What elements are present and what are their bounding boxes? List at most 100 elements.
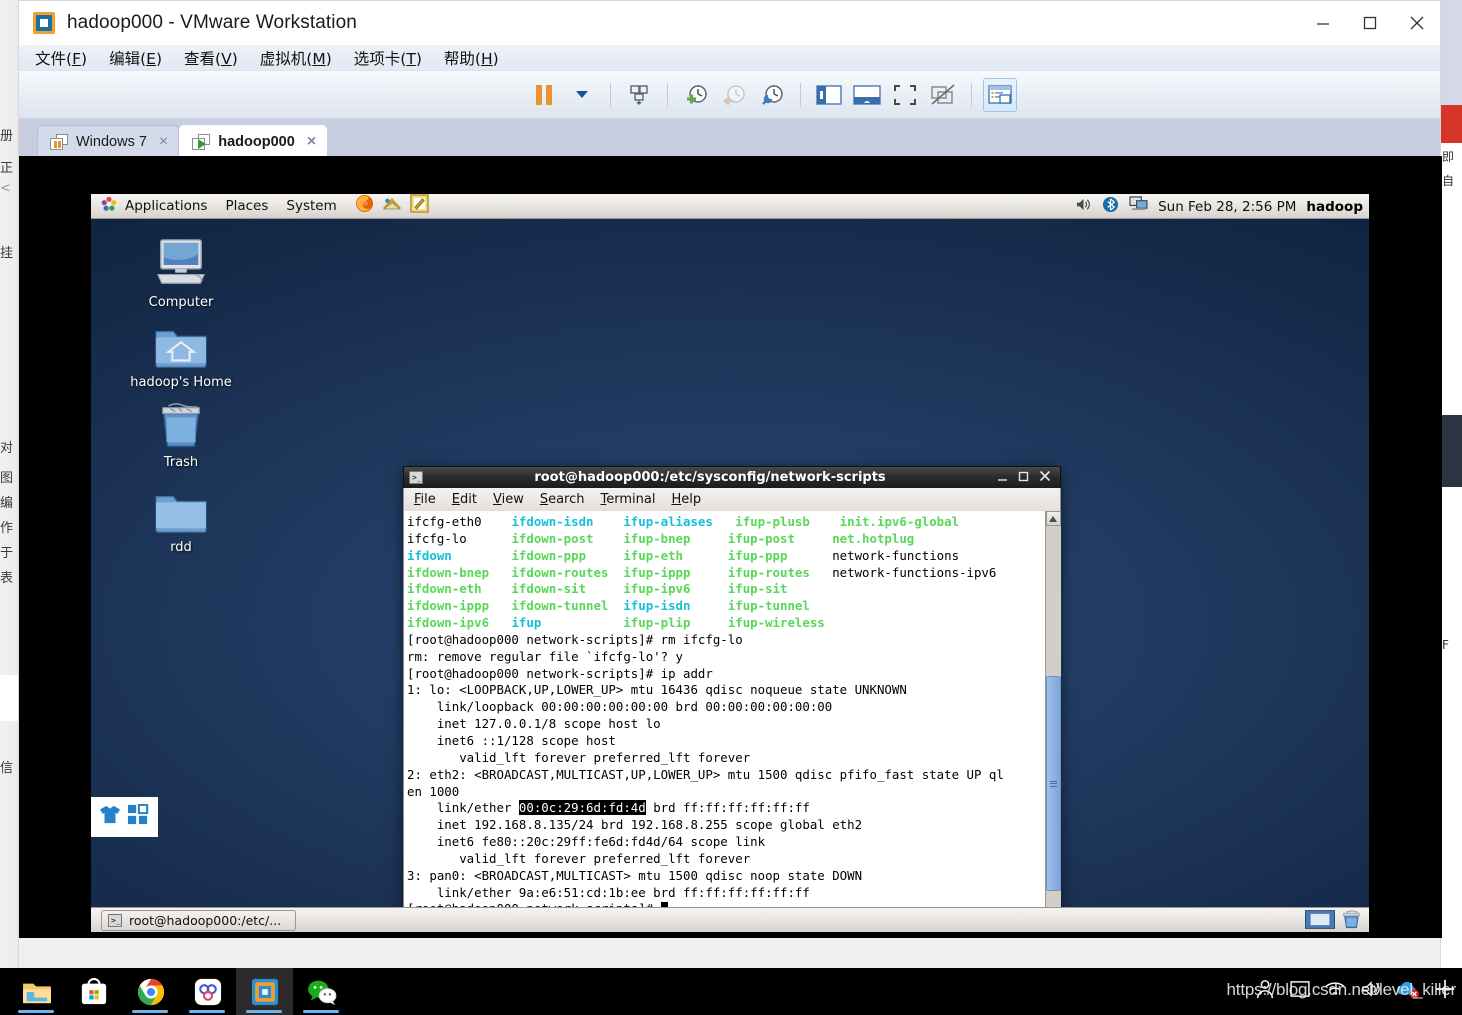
tab-close-icon[interactable]: × bbox=[159, 133, 168, 151]
computer-icon bbox=[116, 234, 246, 290]
chevron-down-icon bbox=[576, 91, 588, 98]
home-folder-icon bbox=[116, 314, 246, 370]
close-button[interactable] bbox=[1393, 1, 1440, 45]
workspace-switcher-icon[interactable] bbox=[1305, 910, 1335, 932]
volume-icon[interactable] bbox=[1075, 197, 1092, 217]
unity-mode-icon bbox=[931, 83, 955, 105]
app-icon bbox=[194, 978, 221, 1005]
tab-close-icon[interactable]: × bbox=[307, 133, 316, 151]
menu-vm[interactable]: 虚拟机(M) bbox=[260, 47, 332, 69]
scrollbar-thumb[interactable] bbox=[1045, 676, 1061, 891]
scroll-up-button[interactable] bbox=[1045, 511, 1061, 526]
background-window-right-edge: 即 自 F bbox=[1440, 0, 1462, 975]
gnome-user-menu[interactable]: hadoop bbox=[1306, 199, 1363, 215]
terminal-icon: >_ bbox=[108, 913, 122, 927]
revert-snapshot-button[interactable] bbox=[717, 78, 751, 112]
snapshot-manager-button[interactable] bbox=[755, 78, 789, 112]
taskbar-file-explorer[interactable] bbox=[8, 968, 65, 1015]
running-indicator bbox=[303, 1010, 339, 1013]
running-indicator bbox=[18, 1010, 54, 1013]
vm-viewport[interactable]: Applications Places System Sun Feb 28, 2… bbox=[19, 156, 1442, 938]
guest-desktop[interactable]: Applications Places System Sun Feb 28, 2… bbox=[91, 194, 1369, 932]
terminal-window[interactable]: >_ root@hadoop000:/etc/sysconfig/network… bbox=[403, 466, 1061, 927]
gnome-menu-applications[interactable]: Applications bbox=[125, 198, 207, 214]
show-thumbnail-bar-button[interactable] bbox=[850, 78, 884, 112]
bluetooth-icon[interactable] bbox=[1102, 196, 1119, 218]
window-title: hadoop000 - VMware Workstation bbox=[67, 12, 357, 33]
toolbar-separator bbox=[800, 82, 801, 107]
take-snapshot-button[interactable] bbox=[679, 78, 713, 112]
terminal-minimize-button[interactable] bbox=[997, 469, 1008, 487]
microsoft-store-icon bbox=[81, 977, 106, 1004]
terminal-menu-file[interactable]: File bbox=[414, 492, 436, 507]
selected-mac-address: 00:0c:29:6d:fd:4d bbox=[518, 800, 646, 816]
terminal-body[interactable]: ifcfg-eth0 ifdown-isdn ifup-aliases ifup… bbox=[403, 511, 1061, 927]
minimize-button[interactable] bbox=[1299, 1, 1346, 45]
console-view-button[interactable] bbox=[983, 77, 1017, 112]
gnome-menu-places[interactable]: Places bbox=[225, 198, 268, 214]
taskbar-app[interactable] bbox=[179, 968, 236, 1015]
scrollbar-track[interactable] bbox=[1045, 526, 1061, 911]
desktop-icon-home[interactable]: hadoop's Home bbox=[116, 314, 246, 390]
desktop-icon-rdd[interactable]: rdd bbox=[116, 479, 246, 555]
gnome-bottom-right bbox=[1305, 910, 1361, 932]
screen: 册 正 < 挂 对 图 编 作 于 表 信 即 自 F hadoop000 - … bbox=[0, 0, 1462, 1015]
tab-hadoop000[interactable]: hadoop000 × bbox=[179, 125, 328, 157]
snapshot-add-icon bbox=[687, 84, 707, 103]
unity-mode-button[interactable] bbox=[926, 78, 960, 112]
taskbar-wechat[interactable] bbox=[293, 968, 350, 1015]
network-icon[interactable] bbox=[1129, 196, 1148, 217]
show-sidebar-button[interactable] bbox=[812, 78, 846, 112]
menu-view[interactable]: 查看(V) bbox=[184, 47, 238, 69]
evolution-mail-icon[interactable] bbox=[382, 195, 402, 217]
vm-suspended-icon bbox=[50, 133, 68, 150]
trash-applet-icon[interactable] bbox=[1341, 910, 1361, 932]
menu-tabs[interactable]: 选项卡(T) bbox=[354, 47, 422, 69]
taskbar-window-terminal[interactable]: >_ root@hadoop000:/etc/... bbox=[101, 909, 297, 931]
taskbar-chrome[interactable] bbox=[122, 968, 179, 1015]
gnome-menu-system[interactable]: System bbox=[286, 198, 336, 214]
scrollbar-grip bbox=[1049, 779, 1057, 788]
power-dropdown-button[interactable] bbox=[565, 78, 599, 112]
desktop-icon-label: Computer bbox=[148, 295, 214, 310]
gnome-clock[interactable]: Sun Feb 28, 2:56 PM bbox=[1158, 199, 1296, 215]
terminal-menu-view[interactable]: View bbox=[493, 492, 524, 507]
install-vmware-tools-icon bbox=[630, 84, 648, 105]
terminal-scrollbar[interactable] bbox=[1045, 511, 1061, 926]
running-indicator bbox=[189, 1010, 225, 1013]
terminal-titlebar: >_ root@hadoop000:/etc/sysconfig/network… bbox=[403, 466, 1061, 488]
text-editor-icon[interactable] bbox=[410, 194, 429, 218]
menu-edit[interactable]: 编辑(E) bbox=[109, 47, 162, 69]
vmware-icon bbox=[251, 978, 278, 1005]
library-panel-icon bbox=[816, 84, 842, 105]
window-controls bbox=[1299, 1, 1440, 45]
guest-launcher-overlay[interactable] bbox=[91, 797, 158, 837]
menu-file[interactable]: 文件(F) bbox=[35, 47, 87, 69]
shirt-icon[interactable] bbox=[99, 804, 121, 830]
firefox-icon[interactable] bbox=[355, 194, 374, 218]
console-view-icon bbox=[988, 84, 1012, 104]
menu-help[interactable]: 帮助(H) bbox=[444, 47, 499, 69]
taskbar-microsoft-store[interactable] bbox=[65, 968, 122, 1015]
file-explorer-icon bbox=[22, 983, 51, 1003]
terminal-close-button[interactable] bbox=[1039, 469, 1051, 487]
desktop-icon-computer[interactable]: Computer bbox=[116, 234, 246, 310]
terminal-menu-help[interactable]: Help bbox=[671, 492, 701, 507]
terminal-menu-terminal[interactable]: Terminal bbox=[601, 492, 656, 507]
suspend-button[interactable] bbox=[527, 78, 561, 112]
taskbar-vmware[interactable] bbox=[236, 968, 293, 1015]
toolbar-separator bbox=[610, 82, 611, 107]
terminal-output[interactable]: ifcfg-eth0 ifdown-isdn ifup-aliases ifup… bbox=[404, 511, 1045, 926]
terminal-maximize-button[interactable] bbox=[1018, 469, 1029, 487]
fullscreen-icon bbox=[894, 84, 916, 105]
terminal-icon: >_ bbox=[409, 471, 423, 484]
vmware-logo-icon bbox=[33, 12, 55, 34]
terminal-menu-search[interactable]: Search bbox=[540, 492, 585, 507]
desktop-icon-trash[interactable]: Trash bbox=[116, 394, 246, 470]
terminal-menu-edit[interactable]: Edit bbox=[452, 492, 477, 507]
tab-windows-7[interactable]: Windows 7 × bbox=[37, 125, 180, 157]
install-tools-button[interactable] bbox=[622, 78, 656, 112]
maximize-button[interactable] bbox=[1346, 1, 1393, 45]
grid-apps-icon[interactable] bbox=[127, 803, 149, 830]
fullscreen-button[interactable] bbox=[888, 78, 922, 112]
